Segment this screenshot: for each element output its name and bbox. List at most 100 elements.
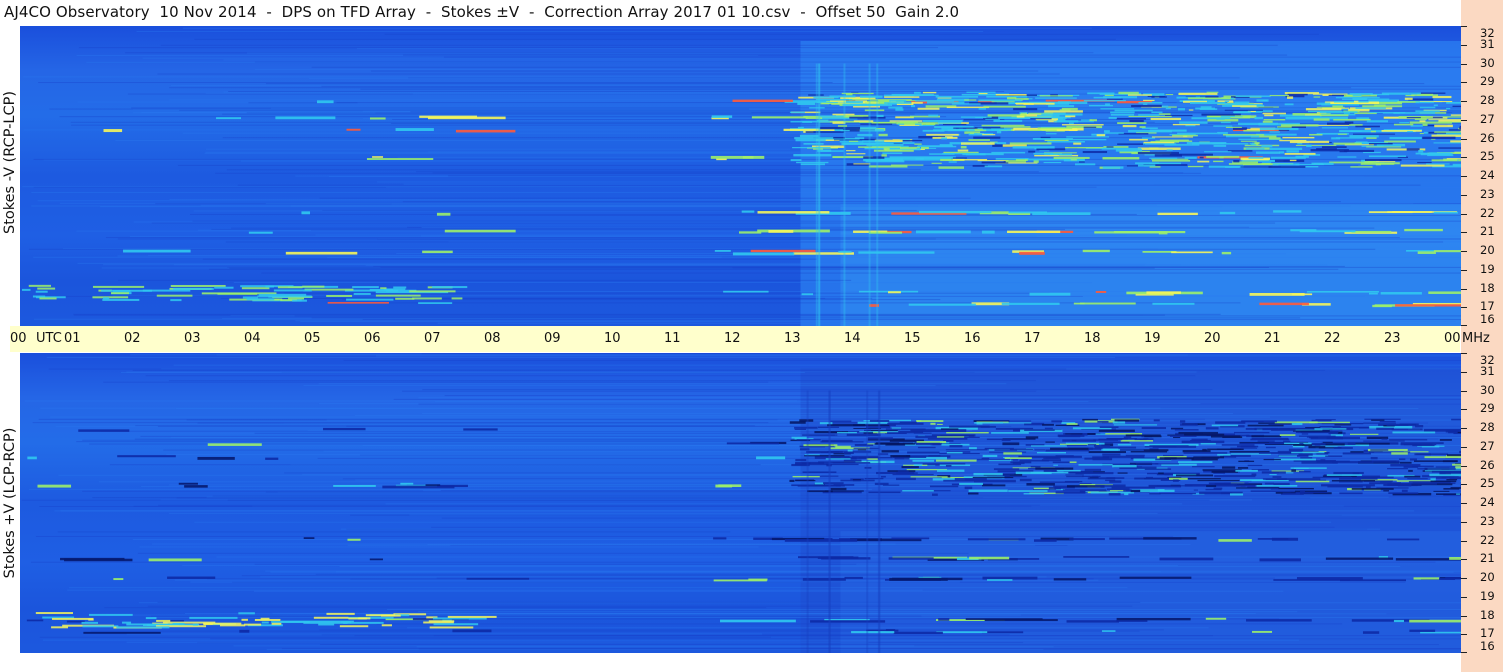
noise-line [261, 272, 1461, 274]
activity-streak [795, 459, 807, 462]
frequency-tick-label: 16 [1480, 639, 1495, 653]
activity-streak [1431, 134, 1461, 137]
activity-streak [1161, 105, 1169, 108]
activity-streak [1082, 418, 1098, 421]
frequency-tick-label: 18 [1480, 607, 1495, 622]
morning-streak [326, 612, 355, 615]
frequency-tick-label: 32 [1480, 26, 1495, 40]
noise-line [393, 398, 1461, 400]
noise-line [190, 581, 960, 583]
activity-streak [1354, 100, 1359, 103]
morning-streak [254, 618, 281, 621]
activity-streak [986, 95, 1028, 98]
noise-line [315, 573, 1461, 575]
activity-streak [1088, 451, 1126, 453]
activity-streak [1321, 423, 1364, 425]
activity-streak [1088, 447, 1102, 450]
noise-line [173, 364, 1461, 366]
morning-streak [447, 615, 497, 618]
interference-streak [1273, 579, 1350, 581]
activity-streak [830, 487, 847, 491]
noise-line [86, 61, 1461, 63]
activity-streak [1192, 466, 1215, 468]
activity-streak [1280, 124, 1319, 127]
activity-streak [1295, 144, 1337, 146]
interference-streak [1116, 620, 1148, 622]
activity-streak [1333, 142, 1362, 145]
activity-streak [1103, 130, 1110, 133]
activity-streak [1450, 140, 1461, 143]
activity-streak [1352, 133, 1396, 135]
activity-streak [1030, 445, 1067, 447]
interference-streak [1273, 210, 1302, 213]
morning-streak [369, 288, 394, 291]
activity-streak [1009, 448, 1033, 451]
noise-line [182, 132, 972, 134]
frequency-tick [1461, 615, 1467, 617]
activity-streak [1274, 159, 1305, 163]
frequency-tick [1461, 269, 1467, 271]
activity-streak [1417, 162, 1432, 164]
noise-line [168, 512, 1158, 514]
interference-streak [1246, 619, 1312, 622]
noise-line [132, 369, 1326, 371]
interference-streak [1157, 212, 1198, 216]
activity-streak [1039, 95, 1073, 97]
top-spectrogram [20, 26, 1461, 326]
activity-streak [915, 157, 924, 160]
activity-streak [1129, 119, 1144, 123]
interference-streak [1116, 617, 1191, 621]
activity-streak [1110, 111, 1135, 114]
activity-streak [901, 466, 919, 469]
noise-line [403, 54, 1288, 56]
activity-streak [1415, 101, 1434, 104]
activity-streak [898, 94, 939, 97]
noise-line [208, 268, 1339, 270]
activity-streak [1408, 469, 1413, 472]
frequency-tick [1461, 82, 1467, 84]
activity-streak [894, 456, 910, 460]
interference-streak [425, 484, 441, 486]
activity-streak [1301, 433, 1309, 435]
activity-streak [873, 149, 914, 152]
noise-line [233, 645, 915, 647]
activity-streak [1129, 138, 1148, 141]
activity-streak [1165, 94, 1174, 96]
activity-streak [1009, 142, 1052, 145]
activity-streak [1066, 423, 1078, 425]
activity-streak [1446, 107, 1451, 110]
activity-streak [1306, 436, 1341, 438]
activity-streak [1181, 440, 1225, 444]
interference-streak [369, 117, 386, 120]
activity-streak [1011, 459, 1019, 461]
activity-streak [1371, 419, 1385, 421]
bottom-spectrogram [20, 353, 1461, 653]
noise-line [37, 200, 1428, 202]
activity-streak [1230, 447, 1258, 449]
activity-streak [1357, 98, 1390, 100]
activity-streak [978, 107, 986, 110]
morning-streak [340, 621, 351, 624]
interference-streak [888, 557, 934, 560]
activity-streak [1103, 448, 1119, 451]
activity-streak [1363, 422, 1396, 424]
time-tick-label: 10 [604, 331, 621, 346]
activity-streak [1178, 461, 1213, 464]
frequency-tick-label: 26 [1480, 130, 1495, 145]
activity-streak [1137, 164, 1156, 167]
activity-streak [1254, 116, 1264, 120]
activity-streak [1180, 420, 1186, 423]
activity-streak [1352, 94, 1362, 97]
activity-streak [1042, 423, 1054, 426]
activity-streak [1404, 97, 1413, 100]
noise-line [150, 615, 922, 617]
frequency-tick [1461, 540, 1467, 542]
activity-streak [1393, 483, 1437, 485]
activity-streak [1118, 91, 1139, 95]
activity-streak [983, 105, 1026, 108]
interference-streak [915, 230, 971, 234]
activity-streak [1321, 146, 1347, 148]
interference-streak [1306, 290, 1379, 293]
activity-streak [1286, 150, 1299, 153]
activity-streak [1335, 96, 1380, 99]
